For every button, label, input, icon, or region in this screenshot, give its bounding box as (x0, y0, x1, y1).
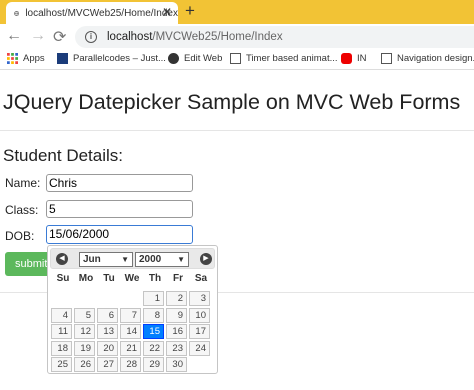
calendar-day[interactable]: 15 (143, 324, 164, 339)
calendar-day[interactable]: 28 (120, 357, 141, 372)
month-value: Jun (83, 254, 101, 265)
weekday-header: Mo (78, 273, 94, 284)
calendar-day[interactable]: 14 (120, 324, 141, 339)
weekday-header: Su (56, 273, 70, 284)
calendar-day[interactable]: 8 (143, 307, 164, 323)
prev-month-icon[interactable]: ◀ (56, 253, 68, 265)
url-host: localhost (107, 31, 153, 43)
bookmark-apps[interactable]: Apps (7, 53, 45, 64)
calendar-day[interactable]: 3 (189, 291, 210, 306)
address-bar[interactable]: i localhost/MVCWeb25/Home/Index (75, 26, 474, 48)
calendar-day[interactable]: 11 (51, 324, 72, 339)
calendar-day[interactable]: 20 (97, 340, 118, 356)
year-select[interactable]: 2000 ▼ (135, 252, 189, 267)
navigation-bar: ← → ⟳ i localhost/MVCWeb25/Home/Index (0, 24, 474, 50)
calendar-day[interactable]: 23 (166, 340, 187, 356)
bookmarks-bar: Apps Parallelcodes – Just... Edit Web Ti… (0, 50, 474, 70)
calendar-day[interactable]: 9 (166, 307, 187, 323)
calendar-day[interactable]: 21 (120, 340, 141, 356)
calendar-day[interactable]: 22 (143, 340, 164, 356)
bookmark-timer[interactable]: Timer based animat... (230, 53, 338, 64)
month-select[interactable]: Jun ▼ (79, 252, 133, 267)
apps-grid-icon (7, 53, 18, 64)
calendar-day[interactable]: 12 (74, 324, 95, 339)
chevron-down-icon: ▼ (121, 255, 129, 264)
calendar-day[interactable]: 1 (143, 291, 164, 306)
weekday-header: Th (148, 273, 162, 284)
calendar-day[interactable]: 5 (74, 307, 95, 323)
youtube-icon (341, 53, 352, 64)
info-icon[interactable]: i (85, 31, 97, 43)
reload-icon[interactable]: ⟳ (53, 27, 66, 47)
bookmark-navigation[interactable]: Navigation design... (381, 53, 474, 64)
bookmark-in[interactable]: IN (341, 53, 367, 64)
bookmark-label: Edit Web (184, 53, 223, 64)
tab-bar: localhost/MVCWeb25/Home/Index ✕ + (0, 0, 474, 24)
parallelcodes-icon (57, 53, 68, 64)
weekday-header: Tu (103, 273, 115, 284)
forward-icon[interactable]: → (30, 27, 46, 45)
weekday-header: Sa (194, 273, 208, 284)
page-icon (381, 53, 392, 64)
calendar-day[interactable]: 19 (74, 340, 95, 356)
back-icon[interactable]: ← (6, 27, 22, 45)
name-input[interactable]: Chris (46, 174, 193, 192)
calendar-day[interactable]: 24 (189, 340, 210, 356)
bookmark-label: Apps (23, 53, 45, 64)
submit-button[interactable]: submit (5, 252, 53, 276)
weekday-header: Fr (173, 273, 183, 284)
datepicker-popup: ◀ Jun ▼ 2000 ▼ ▶ Su Mo Tu We Th Fr Sa 1234567891… (47, 245, 218, 374)
year-value: 2000 (139, 254, 162, 265)
divider (0, 130, 474, 131)
tab-title: localhost/MVCWeb25/Home/Index (25, 7, 178, 19)
weekday-header: We (124, 273, 140, 284)
page-title: JQuery Datepicker Sample on MVC Web Form… (3, 90, 461, 114)
calendar-day[interactable]: 16 (166, 324, 187, 339)
calendar-day[interactable]: 25 (51, 357, 72, 372)
calendar-day[interactable]: 13 (97, 324, 118, 339)
class-input[interactable]: 5 (46, 200, 193, 218)
bookmark-label: Timer based animat... (246, 53, 338, 64)
bookmark-label: Navigation design... (397, 53, 474, 64)
chevron-down-icon: ▼ (177, 255, 185, 264)
calendar-day[interactable]: 7 (120, 307, 141, 323)
bookmark-label: IN (357, 53, 367, 64)
calendar-day[interactable]: 18 (51, 340, 72, 356)
dob-label: DOB: (5, 229, 35, 243)
dob-input[interactable]: 15/06/2000 (46, 225, 193, 244)
name-label: Name: (5, 176, 41, 190)
class-label: Class: (5, 203, 39, 217)
new-tab-button[interactable]: + (185, 1, 195, 21)
close-tab-icon[interactable]: ✕ (162, 5, 172, 19)
calendar-day[interactable]: 10 (189, 307, 210, 323)
calendar-day[interactable]: 27 (97, 357, 118, 372)
calendar-day[interactable]: 29 (143, 357, 164, 372)
calendar-day[interactable]: 4 (51, 307, 72, 323)
bookmark-label: Parallelcodes – Just... (73, 53, 166, 64)
next-month-icon[interactable]: ▶ (200, 253, 212, 265)
bookmark-parallelcodes[interactable]: Parallelcodes – Just... (57, 53, 166, 64)
calendar-day[interactable]: 2 (166, 291, 187, 306)
globe-icon (14, 10, 20, 16)
calendar-day[interactable]: 26 (74, 357, 95, 372)
calendar-day[interactable]: 17 (189, 324, 210, 339)
bookmark-edit-web[interactable]: Edit Web (168, 53, 222, 64)
browser-tab[interactable]: localhost/MVCWeb25/Home/Index ✕ (6, 2, 178, 24)
section-title: Student Details: (3, 146, 124, 165)
page-icon (230, 53, 241, 64)
calendar-day[interactable]: 30 (166, 357, 187, 372)
url-path: /MVCWeb25/Home/Index (152, 31, 283, 43)
calendar-day[interactable]: 6 (97, 307, 118, 323)
datepicker-header: ◀ Jun ▼ 2000 ▼ ▶ (50, 248, 215, 269)
github-icon (168, 53, 179, 64)
